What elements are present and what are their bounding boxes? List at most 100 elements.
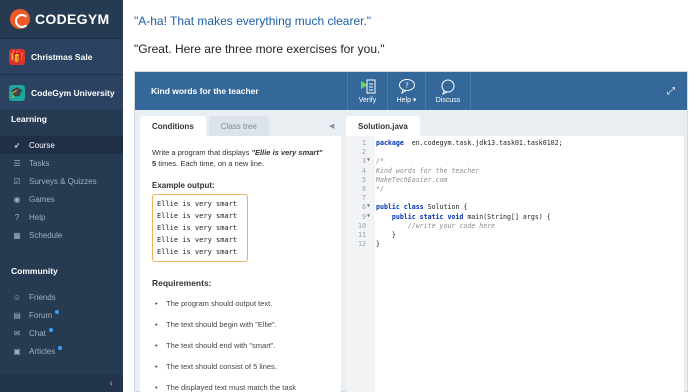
rocket-icon: ➶ xyxy=(13,140,21,150)
graduation-cap-icon: 🎓 xyxy=(9,84,25,101)
dialog-line-2: "Great. Here are three more exercises fo… xyxy=(134,42,385,56)
requirement-item: The text should end with "smart". xyxy=(152,335,329,356)
notification-dot xyxy=(55,310,60,314)
checklist-icon: ☑ xyxy=(13,176,21,186)
code-line: 7 xyxy=(346,194,684,203)
condition-tabs: Conditions Class tree xyxy=(140,116,269,136)
code-text: MakeTechEasier.com xyxy=(376,175,448,184)
promo-label: Christmas Sale xyxy=(31,51,93,62)
verify-button[interactable]: Verify xyxy=(347,72,387,110)
section-title-community: Community xyxy=(11,266,58,276)
task-panel: Kind words for the teacher Verify ? Help… xyxy=(134,71,688,392)
line-number: 2 xyxy=(362,148,366,157)
requirements-title: Requirements: xyxy=(152,278,212,288)
code-text: public static void main(String[] args) { xyxy=(391,212,551,221)
code-text: public class Solution { xyxy=(376,203,468,212)
sidebar-item-course[interactable]: ➶ Course xyxy=(0,136,123,154)
help-circle-icon: ? xyxy=(14,212,20,222)
svg-text:?: ? xyxy=(405,82,409,90)
requirement-item: The program should output text. xyxy=(152,293,329,314)
calendar-icon: ▦ xyxy=(13,230,21,240)
codegym-logo-icon xyxy=(10,9,30,29)
example-output-box: Ellie is very smart Ellie is very smart … xyxy=(152,194,248,262)
fold-arrow-icon[interactable]: ▼ xyxy=(367,213,370,219)
sidebar-item-articles[interactable]: ▣ Articles xyxy=(0,342,123,360)
help-bubble-icon: ? xyxy=(398,79,415,94)
line-number: 11 xyxy=(358,231,366,239)
line-number: 8 xyxy=(362,203,366,212)
code-text: */ xyxy=(376,185,384,193)
line-number: 1 xyxy=(362,139,366,147)
collapse-panel-icon[interactable]: ◀ xyxy=(329,122,334,130)
sidebar-item-help[interactable]: ? Help xyxy=(0,208,123,226)
users-icon: ☺ xyxy=(12,292,22,302)
sidebar-item-chat[interactable]: ✉ Chat xyxy=(0,324,123,342)
line-number: 5 xyxy=(362,175,366,184)
line-number: 6 xyxy=(362,185,366,193)
code-line: 5 MakeTechEasier.com xyxy=(346,176,684,185)
code-line: 2 xyxy=(346,148,684,157)
requirement-item: The text should begin with "Ellie". xyxy=(152,314,329,335)
code-line: 4 Kind words for the teacher xyxy=(346,167,684,176)
section-title-learning: Learning xyxy=(11,114,47,124)
articles-icon: ▣ xyxy=(13,346,21,356)
line-number: 4 xyxy=(362,166,366,175)
verify-icon xyxy=(360,79,375,93)
task-title: Kind words for the teacher xyxy=(151,86,259,96)
sidebar-item-tasks[interactable]: ☰ Tasks xyxy=(0,154,123,172)
sidebar-item-friends[interactable]: ☺ Friends xyxy=(0,288,123,306)
fold-arrow-icon[interactable]: ▼ xyxy=(367,203,370,209)
help-button[interactable]: ? Help ▾ xyxy=(387,72,425,110)
code-line: 1 package en.codegym.task.jdk13.task01.ta… xyxy=(346,139,684,148)
code-line: 10 //write your code here xyxy=(346,222,684,231)
notification-dot xyxy=(48,328,53,332)
notification-dot xyxy=(58,346,63,350)
discuss-icon xyxy=(441,79,455,95)
example-output-label: Example output: xyxy=(152,181,215,190)
conditions-panel: Write a program that displays "Ellie is … xyxy=(140,136,341,392)
code-line: 3 ▼ /* xyxy=(346,157,684,166)
code-text: } xyxy=(376,231,396,239)
sidebar-item-surveys-quizzes[interactable]: ☑ Surveys & Quizzes xyxy=(0,172,123,190)
promo-codegym-university[interactable]: 🎓 CodeGym University xyxy=(0,74,123,110)
line-number: 9 xyxy=(362,212,366,221)
promo-christmas-sale[interactable]: 🎁 Christmas Sale xyxy=(0,38,123,74)
code-text: } xyxy=(376,240,380,249)
task-header: Kind words for the teacher Verify ? Help… xyxy=(135,72,687,110)
expand-icon[interactable]: ⤢ xyxy=(667,86,675,97)
code-text: /* xyxy=(376,157,384,166)
requirements-list: The program should output text. The text… xyxy=(152,293,329,392)
code-line: 6 */ xyxy=(346,185,684,194)
fold-arrow-icon[interactable]: ▼ xyxy=(367,157,370,163)
promo-label: CodeGym University xyxy=(31,87,115,98)
logo-text: CODEGYM xyxy=(35,11,110,27)
chevron-left-icon: ‹ xyxy=(109,377,113,389)
line-number: 7 xyxy=(362,194,366,203)
sidebar-item-schedule[interactable]: ▦ Schedule xyxy=(0,226,123,244)
chat-icon: ✉ xyxy=(13,328,21,338)
code-text: package en.codegym.task.jdk13.task01.tas… xyxy=(376,139,563,147)
task-description: Write a program that displays "Ellie is … xyxy=(152,148,323,168)
discuss-button[interactable]: Discuss xyxy=(425,72,471,110)
code-line: 12} xyxy=(346,240,684,249)
sidebar-item-forum[interactable]: ▤ Forum xyxy=(0,306,123,324)
tab-class-tree[interactable]: Class tree xyxy=(208,116,269,136)
dialog-line-1: "A-ha! That makes everything much cleare… xyxy=(134,14,372,28)
tab-conditions[interactable]: Conditions xyxy=(140,116,206,136)
code-line: 11 } xyxy=(346,231,684,240)
gamepad-icon: ◉ xyxy=(13,194,21,204)
line-number: 10 xyxy=(358,221,366,230)
forum-icon: ▤ xyxy=(13,310,21,320)
code-text: //write your code here xyxy=(407,221,496,230)
requirement-item: The text should consist of 5 lines. xyxy=(152,356,329,377)
sidebar-item-games[interactable]: ◉ Games xyxy=(0,190,123,208)
help-label: Help ▾ xyxy=(396,97,417,104)
logo[interactable]: CODEGYM xyxy=(0,0,123,38)
list-icon: ☰ xyxy=(13,158,21,168)
code-line: 9 ▼ public static void main(String[] args… xyxy=(346,213,684,222)
line-number: 12 xyxy=(358,240,366,249)
collapse-sidebar-button[interactable]: ‹ xyxy=(0,374,123,392)
tab-solution-java[interactable]: Solution.java xyxy=(346,116,420,136)
sidebar: CODEGYM 🎁 Christmas Sale 🎓 CodeGym Unive… xyxy=(0,0,123,392)
code-editor[interactable]: 1 package en.codegym.task.jdk13.task01.ta… xyxy=(346,136,684,392)
